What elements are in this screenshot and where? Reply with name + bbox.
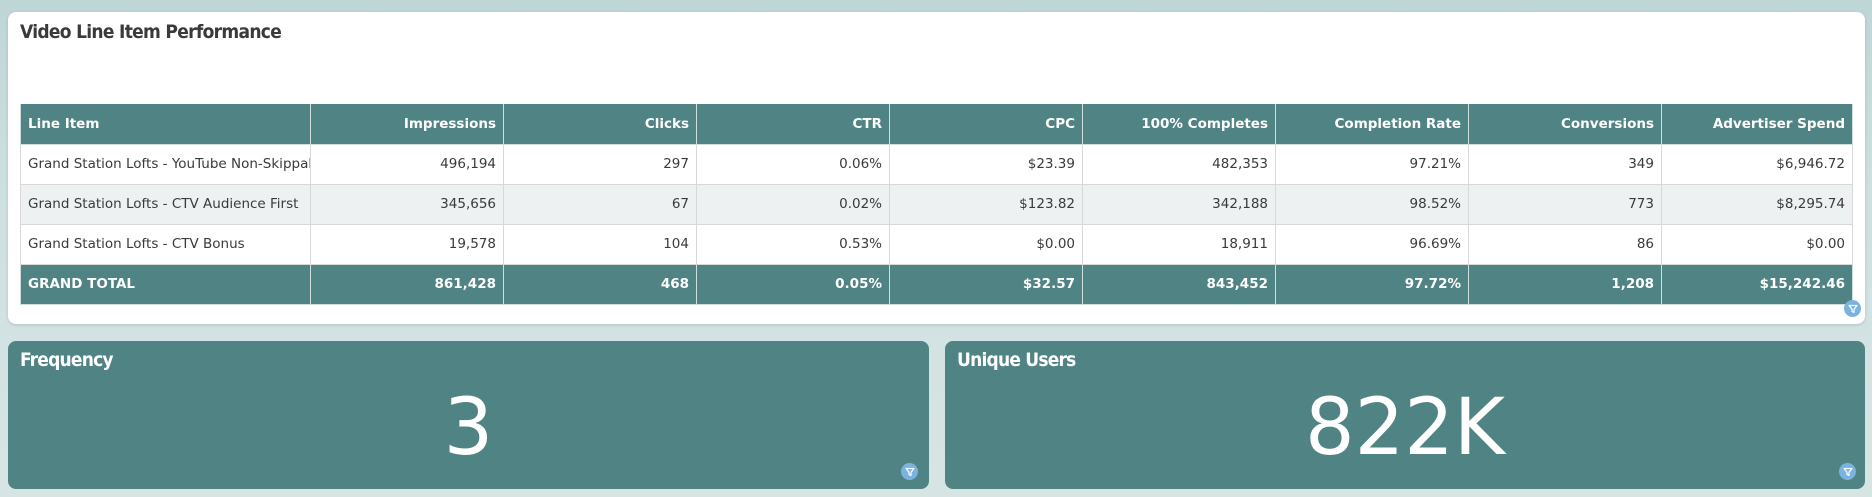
table-cell: 86	[1468, 223, 1662, 265]
column-header-ctr[interactable]: CTR	[696, 104, 890, 145]
filter-icon[interactable]	[1839, 463, 1856, 480]
table-cell: 297	[503, 143, 697, 185]
table-cell: $6,946.72	[1661, 143, 1853, 185]
total-cell: 1,208	[1468, 263, 1662, 305]
table-cell: 482,353	[1082, 143, 1276, 185]
table-cell: 773	[1468, 183, 1662, 225]
unique-users-title: Unique Users	[957, 349, 1076, 371]
unique-users-panel: Unique Users 822K	[945, 341, 1865, 489]
table-header-row: Line Item Impressions Clicks CTR CPC 100…	[20, 104, 1853, 145]
table-row: Grand Station Lofts - YouTube Non-Skippa…	[20, 143, 1853, 185]
panel-title: Video Line Item Performance	[20, 21, 282, 43]
column-header-cpc[interactable]: CPC	[889, 104, 1083, 145]
table-cell: Grand Station Lofts - CTV Bonus	[20, 223, 311, 265]
table-cell: 98.52%	[1275, 183, 1469, 225]
table-cell: 104	[503, 223, 697, 265]
table-cell: 345,656	[310, 183, 504, 225]
column-header-clicks[interactable]: Clicks	[503, 104, 697, 145]
table-cell: $0.00	[889, 223, 1083, 265]
table-row: Grand Station Lofts - CTV Bonus 19,578 1…	[20, 223, 1853, 265]
table-cell: 18,911	[1082, 223, 1276, 265]
table-cell: 96.69%	[1275, 223, 1469, 265]
table-row: Grand Station Lofts - CTV Audience First…	[20, 183, 1853, 225]
column-header-completes[interactable]: 100% Completes	[1082, 104, 1276, 145]
table-cell: Grand Station Lofts - CTV Audience First	[20, 183, 311, 225]
table-cell: 97.21%	[1275, 143, 1469, 185]
total-cell: 97.72%	[1275, 263, 1469, 305]
filter-icon[interactable]	[901, 463, 918, 480]
column-header-advertiser-spend[interactable]: Advertiser Spend	[1661, 104, 1853, 145]
filter-icon[interactable]	[1844, 300, 1861, 317]
table-cell: $8,295.74	[1661, 183, 1853, 225]
table-cell: 496,194	[310, 143, 504, 185]
table-cell: 67	[503, 183, 697, 225]
frequency-value: 3	[443, 383, 494, 473]
total-cell: 0.05%	[696, 263, 890, 305]
table-cell: $0.00	[1661, 223, 1853, 265]
video-line-item-panel: Video Line Item Performance Line Item Im…	[8, 12, 1865, 324]
column-header-impressions[interactable]: Impressions	[310, 104, 504, 145]
unique-users-value: 822K	[1304, 383, 1506, 473]
table-cell: 19,578	[310, 223, 504, 265]
total-cell: $32.57	[889, 263, 1083, 305]
total-cell: GRAND TOTAL	[20, 263, 311, 305]
column-header-line-item[interactable]: Line Item	[20, 104, 311, 145]
table-cell: 0.06%	[696, 143, 890, 185]
total-cell: 468	[503, 263, 697, 305]
line-item-table: Line Item Impressions Clicks CTR CPC 100…	[20, 104, 1853, 305]
total-cell: 861,428	[310, 263, 504, 305]
column-header-conversions[interactable]: Conversions	[1468, 104, 1662, 145]
table-cell: 349	[1468, 143, 1662, 185]
frequency-title: Frequency	[20, 349, 114, 371]
table-cell: Grand Station Lofts - YouTube Non-Skippa…	[20, 143, 311, 185]
table-cell: 342,188	[1082, 183, 1276, 225]
table-cell: 0.02%	[696, 183, 890, 225]
table-cell: $23.39	[889, 143, 1083, 185]
total-cell: $15,242.46	[1661, 263, 1853, 305]
total-cell: 843,452	[1082, 263, 1276, 305]
column-header-completion-rate[interactable]: Completion Rate	[1275, 104, 1469, 145]
table-cell: 0.53%	[696, 223, 890, 265]
frequency-panel: Frequency 3	[8, 341, 929, 489]
grand-total-row: GRAND TOTAL 861,428 468 0.05% $32.57 843…	[20, 263, 1853, 305]
table-cell: $123.82	[889, 183, 1083, 225]
